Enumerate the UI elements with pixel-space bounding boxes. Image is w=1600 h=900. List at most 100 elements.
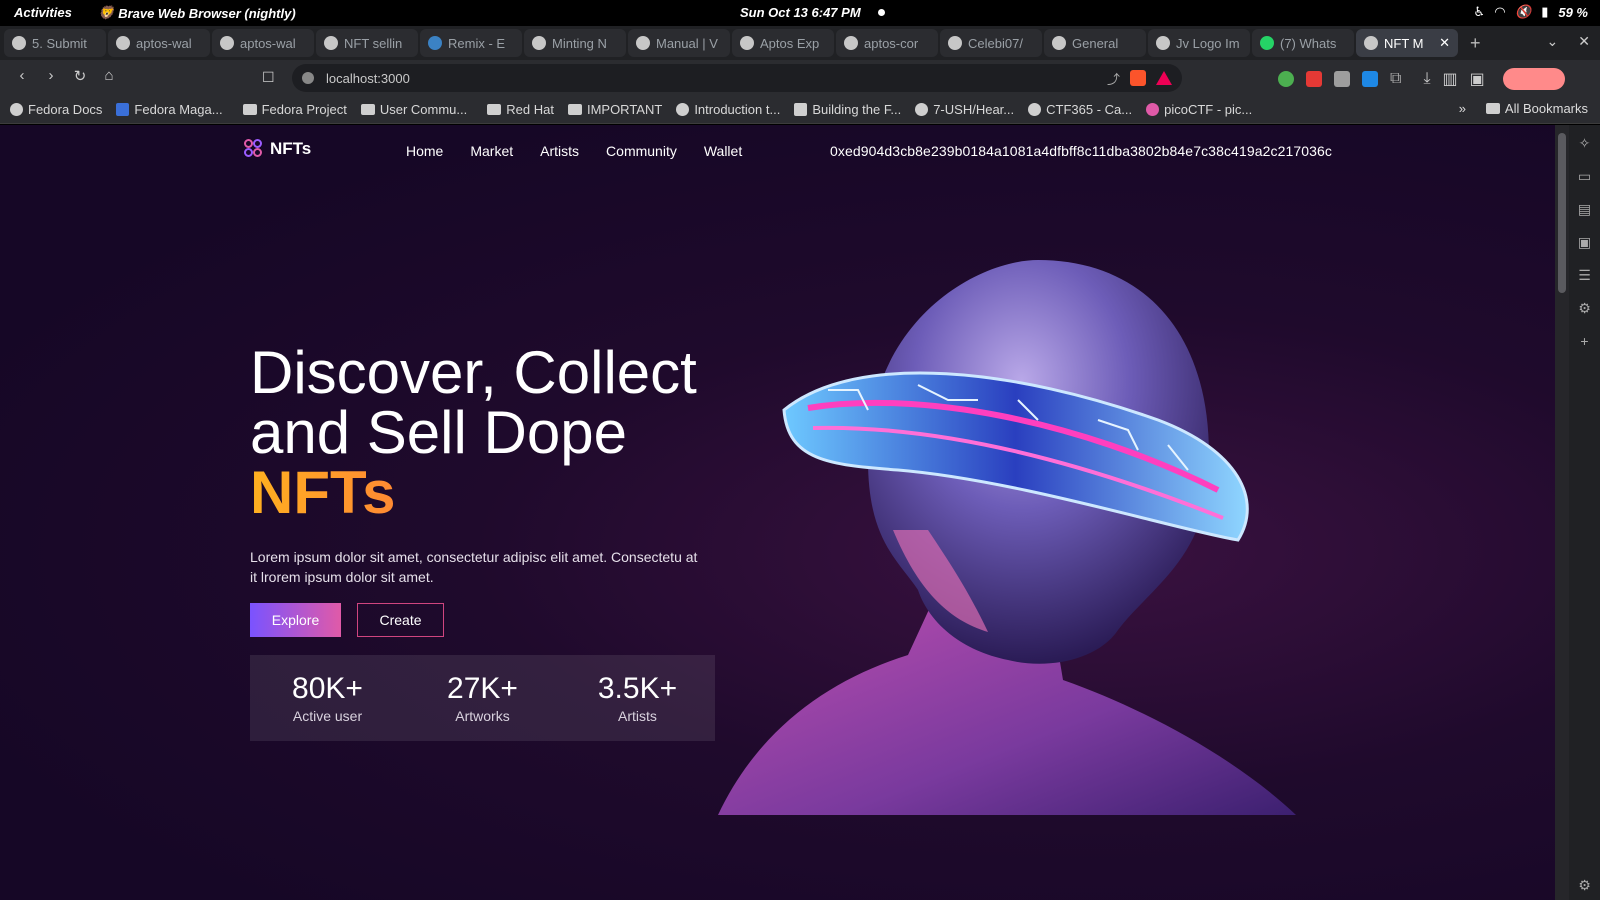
- tab-search-icon[interactable]: ⌄: [1547, 33, 1559, 50]
- bookmark-folder[interactable]: IMPORTANT: [567, 102, 662, 117]
- bookmark-item[interactable]: Introduction t...: [676, 102, 780, 117]
- site-info-icon[interactable]: [302, 72, 314, 84]
- mute-icon: 🔇: [1515, 4, 1532, 19]
- nav-home[interactable]: Home: [406, 143, 443, 159]
- wallet-panel-icon[interactable]: ▣: [1578, 234, 1591, 251]
- tab[interactable]: Celebi07/: [940, 29, 1042, 57]
- nav-buttons: ‹ › ↻ ⌂: [8, 67, 123, 85]
- create-button[interactable]: Create: [357, 603, 444, 637]
- site-logo[interactable]: NFTs: [244, 139, 311, 159]
- tab[interactable]: Minting N: [524, 29, 626, 57]
- tab-label: Aptos Exp: [760, 35, 820, 51]
- stat-value: 80K+: [292, 672, 363, 705]
- bookmark-item[interactable]: Fedora Docs: [10, 102, 102, 117]
- tab[interactable]: 5. Submit: [4, 29, 106, 57]
- profile-menu-button[interactable]: [1502, 68, 1565, 90]
- hero-title: Discover, Collect and Sell Dope NFTs: [250, 343, 697, 523]
- playlist-icon[interactable]: ▭: [1578, 168, 1591, 185]
- stat-active-users: 80K+ Active user: [250, 655, 405, 741]
- folder-icon: [360, 104, 375, 115]
- tab[interactable]: Manual | V: [628, 29, 730, 57]
- tab-label: 5. Submit: [32, 35, 87, 51]
- reload-icon[interactable]: ↻: [66, 67, 94, 85]
- back-icon[interactable]: ‹: [8, 67, 36, 85]
- explore-button[interactable]: Explore: [250, 603, 341, 637]
- share-icon[interactable]: ⤴: [1107, 69, 1120, 88]
- tab[interactable]: aptos-wal: [212, 29, 314, 57]
- forward-icon[interactable]: ›: [37, 67, 65, 85]
- close-tab-icon[interactable]: ✕: [1439, 35, 1450, 51]
- tab-label: aptos-cor: [864, 35, 919, 51]
- close-window-icon[interactable]: ✕: [1578, 33, 1590, 50]
- download-icon[interactable]: ⤓: [1423, 70, 1430, 88]
- folder-icon: [242, 104, 257, 115]
- wallet-icon[interactable]: ▣: [1470, 69, 1485, 89]
- sidebar-toggle-icon[interactable]: ▥: [1443, 69, 1458, 89]
- tab[interactable]: Jv Logo Im: [1148, 29, 1250, 57]
- bookmark-item[interactable]: CTF365 - Ca...: [1028, 102, 1132, 117]
- bookmark-item[interactable]: 7-USH/Hear...: [915, 102, 1014, 117]
- tab-label: aptos-wal: [136, 35, 192, 51]
- tab-active[interactable]: NFT M ✕: [1356, 29, 1458, 57]
- tab-label: NFT M: [1384, 35, 1424, 51]
- bookmark-folder[interactable]: Red Hat: [487, 102, 554, 117]
- nav-artists[interactable]: Artists: [540, 143, 579, 159]
- reading-list-icon[interactable]: ☰: [1578, 267, 1591, 284]
- tab[interactable]: aptos-wal: [108, 29, 210, 57]
- brave-rewards-icon[interactable]: [1156, 71, 1172, 85]
- bookmark-label: Red Hat: [506, 102, 554, 117]
- tab[interactable]: Aptos Exp: [732, 29, 834, 57]
- all-bookmarks-folder[interactable]: All Bookmarks: [1485, 101, 1588, 116]
- address-bar[interactable]: localhost:3000 ⤴: [292, 64, 1182, 92]
- extension-icon[interactable]: [1306, 71, 1322, 87]
- bookmark-item[interactable]: Fedora Maga...: [116, 102, 223, 117]
- system-tray[interactable]: ♿ ◠ 🔇 ▮ 59 %: [1473, 4, 1588, 20]
- app-menu[interactable]: 🦁 Brave Web Browser (nightly): [98, 5, 296, 21]
- bookmark-folder[interactable]: Fedora Project: [242, 102, 347, 117]
- more-bookmarks-icon[interactable]: »: [1459, 101, 1466, 116]
- system-top-bar: Activities 🦁 Brave Web Browser (nightly)…: [0, 0, 1600, 26]
- extension-icon[interactable]: [1362, 71, 1378, 87]
- clock[interactable]: Sun Oct 13 6:47 PM: [740, 5, 861, 20]
- nav-market[interactable]: Market: [470, 143, 513, 159]
- page-scrollbar[interactable]: [1555, 125, 1569, 900]
- settings-icon[interactable]: ⚙: [1578, 300, 1591, 317]
- extension-icon[interactable]: [1278, 71, 1294, 87]
- bookmark-item[interactable]: Building the F...: [794, 102, 901, 117]
- tab[interactable]: (7) Whats: [1252, 29, 1354, 57]
- add-panel-icon[interactable]: +: [1580, 333, 1588, 349]
- nav-wallet[interactable]: Wallet: [704, 143, 742, 159]
- github-icon: [220, 36, 234, 50]
- stat-value: 27K+: [447, 672, 518, 705]
- github-icon: [1052, 36, 1066, 50]
- site-icon: [794, 103, 808, 116]
- stat-value: 3.5K+: [597, 672, 678, 705]
- hero-description: Lorem ipsum dolor sit amet, consectetur …: [250, 549, 698, 585]
- url-text[interactable]: localhost:3000: [326, 71, 410, 86]
- leo-ai-icon[interactable]: ✧: [1579, 135, 1591, 152]
- bookmark-label: Building the F...: [812, 102, 902, 117]
- tab[interactable]: aptos-cor: [836, 29, 938, 57]
- home-icon[interactable]: ⌂: [95, 67, 123, 85]
- bookmark-folder[interactable]: User Commu...: [360, 102, 467, 117]
- brave-shields-icon[interactable]: [1130, 70, 1146, 86]
- tab-label: aptos-wal: [240, 35, 296, 51]
- puzzle-icon[interactable]: ⧉: [1390, 70, 1401, 88]
- tab-favicon-icon: [1364, 36, 1378, 50]
- bookmark-icon[interactable]: ☐: [262, 69, 275, 86]
- sidebar-settings-icon[interactable]: ⚙: [1578, 877, 1591, 894]
- nav-community[interactable]: Community: [606, 143, 677, 159]
- bookmark-item[interactable]: picoCTF - pic...: [1146, 102, 1252, 117]
- battery-icon: ▮: [1541, 4, 1549, 19]
- extension-icon[interactable]: [1334, 71, 1350, 87]
- tab[interactable]: Remix - E: [420, 29, 522, 57]
- accessibility-icon[interactable]: ♿: [1473, 4, 1485, 20]
- bookmarks-icon[interactable]: ▤: [1578, 201, 1591, 218]
- tab[interactable]: General: [1044, 29, 1146, 57]
- tab[interactable]: NFT sellin: [316, 29, 418, 57]
- scrollbar-thumb[interactable]: [1558, 133, 1566, 293]
- new-tab-icon[interactable]: +: [1460, 33, 1491, 54]
- activities-button[interactable]: Activities: [14, 5, 72, 20]
- stat-label: Artworks: [455, 708, 510, 724]
- brave-icon: 🦁: [98, 5, 115, 20]
